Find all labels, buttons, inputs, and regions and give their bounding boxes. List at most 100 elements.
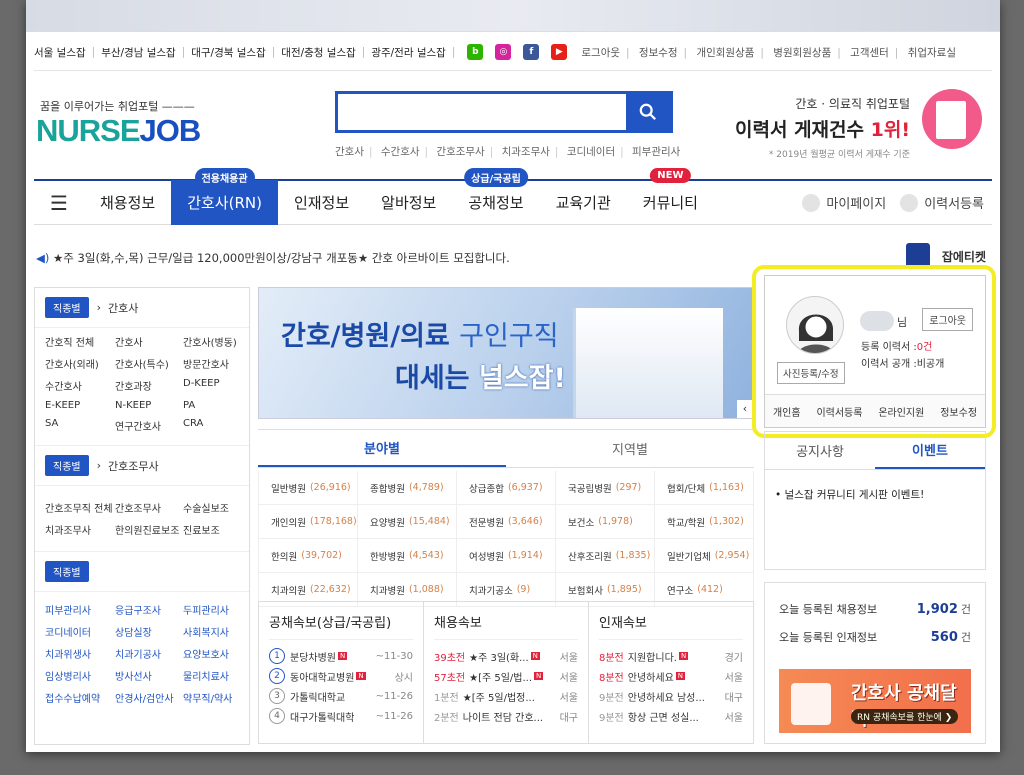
nav-community[interactable]: NEW 커뮤니티 — [627, 168, 714, 225]
category-link[interactable]: E-KEEP — [45, 400, 115, 411]
category-link[interactable]: 간호조무사 — [115, 500, 183, 515]
util-link-daejeon[interactable]: 대전/충청 널스잡 — [281, 45, 356, 60]
tab-field[interactable]: 분야별 — [258, 430, 506, 467]
keyword[interactable]: 수간호사 — [381, 146, 420, 158]
instagram-icon[interactable]: ◎ — [495, 44, 512, 60]
hospital-type-cell[interactable]: 보건소 (1,978) — [556, 505, 655, 539]
hospital-type-cell[interactable]: 상급종합 (6,937) — [457, 471, 556, 505]
blog-icon[interactable]: b — [467, 44, 484, 60]
category-link[interactable]: PA — [183, 400, 251, 411]
hospital-type-cell[interactable]: 요양병원 (15,484) — [358, 505, 457, 539]
category-link[interactable]: 한의원진료보조 — [115, 522, 183, 537]
category-link[interactable]: 간호사 — [115, 334, 183, 349]
category-link[interactable]: 간호직 전체 — [45, 334, 115, 349]
tab-notice[interactable]: 공지사항 — [765, 432, 875, 469]
list-item[interactable]: 39초전 ★주 3일(화... N 서울 — [434, 646, 578, 666]
list-item[interactable]: 2 동아대학교병원 N 상시 — [269, 666, 413, 686]
category-link[interactable]: 약무직/약사 — [183, 690, 251, 705]
hospital-type-cell[interactable]: 한방병원 (4,543) — [358, 539, 457, 573]
keyword[interactable]: 치과조무사 — [502, 146, 550, 158]
category-link[interactable]: 연구간호사 — [115, 418, 183, 433]
hospital-product-link[interactable]: 병원회원상품 — [773, 47, 831, 59]
edit-info-link[interactable]: 정보수정 — [639, 47, 678, 59]
nav-jobs[interactable]: 채용정보 — [84, 180, 171, 225]
list-item[interactable]: 57초전 ★[주 5일/법... N 서울 — [434, 666, 578, 686]
list-item[interactable]: 9분전 항상 근면 성실... 서울 — [599, 706, 743, 726]
category-link[interactable]: 두피관리사 — [183, 602, 251, 617]
category-link[interactable]: 안경사/검안사 — [115, 690, 183, 705]
column-title[interactable]: 인재속보 — [599, 602, 743, 640]
hospital-type-cell[interactable]: 산후조리원 (1,835) — [556, 539, 655, 573]
category-link[interactable]: 임상병리사 — [45, 668, 115, 683]
keyword[interactable]: 피부관리사 — [632, 146, 680, 158]
category-link[interactable]: 간호조무직 전체 — [45, 500, 115, 515]
list-item[interactable]: 1 분당차병원 N ~11-30 — [269, 646, 413, 666]
category-chip[interactable]: 직종별 — [45, 455, 89, 476]
nav-rn[interactable]: 전용채용관 간호사(RN) — [171, 168, 278, 225]
category-chip[interactable]: 직종별 — [45, 297, 89, 318]
util-link-daegu[interactable]: 대구/경북 널스잡 — [191, 45, 266, 60]
resume-promo[interactable]: 간호 · 의료직 취업포털 이력서 게재건수 1위! * 2019년 월평균 이… — [735, 95, 910, 160]
column-title[interactable]: 공채속보(상급/국공립) — [269, 602, 413, 640]
nav-talent[interactable]: 인재정보 — [278, 180, 365, 225]
category-link[interactable]: 치과위생사 — [45, 646, 115, 661]
hospital-type-cell[interactable]: 한의원 (39,702) — [259, 539, 358, 573]
youtube-icon[interactable]: ▶ — [551, 44, 568, 60]
hospital-type-cell[interactable]: 협회/단체 (1,163) — [655, 471, 754, 505]
category-link[interactable]: 요양보호사 — [183, 646, 251, 661]
list-item[interactable]: 1분전 ★[주 5일/법정... 서울 — [434, 686, 578, 706]
list-item[interactable]: 3 가톨릭대학교 ~11-26 — [269, 686, 413, 706]
category-link[interactable]: 치과조무사 — [45, 522, 115, 537]
hospital-type-cell[interactable]: 일반기업체 (2,954) — [655, 539, 754, 573]
hospital-type-cell[interactable]: 국공립병원 (297) — [556, 471, 655, 505]
hospital-type-cell[interactable]: 종합병원 (4,789) — [358, 471, 457, 505]
keyword[interactable]: 간호조무사 — [436, 146, 484, 158]
logout-link[interactable]: 로그아웃 — [581, 47, 620, 59]
banner-prev-arrow[interactable]: ‹ — [737, 400, 753, 418]
category-link[interactable]: 코디네이터 — [45, 624, 115, 639]
category-link[interactable]: 간호사(외래) — [45, 356, 115, 371]
mypage-link[interactable]: 마이페이지 — [826, 193, 886, 212]
resume-register-link[interactable]: 이력서등록 — [924, 193, 984, 212]
recruit-calendar-banner[interactable]: 간호사 공채달력 RN 공채속보를 한눈에 ❯ — [779, 669, 971, 733]
keyword[interactable]: 코디네이터 — [567, 146, 615, 158]
facebook-icon[interactable]: f — [523, 44, 540, 60]
category-link[interactable]: 접수수납예약 — [45, 690, 115, 705]
util-link-gwangju[interactable]: 광주/전라 널스잡 — [371, 45, 446, 60]
category-link[interactable]: 응급구조사 — [115, 602, 183, 617]
category-link[interactable]: 상담실장 — [115, 624, 183, 639]
talent-count-row[interactable]: 오늘 등록된 인재정보 560 건 — [779, 629, 971, 645]
category-link[interactable]: 방사선사 — [115, 668, 183, 683]
hospital-type-cell[interactable]: 학교/학원 (1,302) — [655, 505, 754, 539]
hospital-type-cell[interactable]: 개인의원 (178,168) — [259, 505, 358, 539]
list-item[interactable]: 9분전 안녕하세요 남성... 대구 — [599, 686, 743, 706]
category-link[interactable]: CRA — [183, 418, 251, 433]
nav-public[interactable]: 상급/국공립 공채정보 — [452, 168, 539, 225]
hamburger-menu-icon[interactable]: ☰ — [34, 191, 84, 215]
customer-center-link[interactable]: 고객센터 — [850, 47, 889, 59]
job-count-row[interactable]: 오늘 등록된 채용정보 1,902 건 — [779, 601, 971, 617]
tab-region[interactable]: 지역별 — [506, 430, 754, 467]
category-link[interactable]: 진료보조 — [183, 522, 251, 537]
category-link[interactable]: 수술실보조 — [183, 500, 251, 515]
category-link[interactable]: 방문간호사 — [183, 356, 251, 371]
nursejob-logo[interactable]: NURSEJOB — [36, 113, 201, 149]
category-link[interactable]: 물리치료사 — [183, 668, 251, 683]
category-link[interactable]: 수간호사 — [45, 378, 115, 393]
category-chip[interactable]: 직종별 — [45, 561, 89, 582]
category-link[interactable]: 간호과장 — [115, 378, 183, 393]
job-resources-link[interactable]: 취업자료실 — [908, 47, 956, 59]
nav-parttime[interactable]: 알바정보 — [365, 180, 452, 225]
category-link[interactable]: 사회복지사 — [183, 624, 251, 639]
hospital-type-cell[interactable]: 여성병원 (1,914) — [457, 539, 556, 573]
hospital-type-cell[interactable]: 일반병원 (26,916) — [259, 471, 358, 505]
category-link[interactable]: 치과기공사 — [115, 646, 183, 661]
nav-education[interactable]: 교육기관 — [540, 180, 627, 225]
keyword[interactable]: 간호사 — [335, 146, 364, 158]
category-link[interactable]: 피부관리사 — [45, 602, 115, 617]
list-item[interactable]: 8분전 지원합니다. N 경기 — [599, 646, 743, 666]
list-item[interactable]: 2분전 나이트 전담 간호... 대구 — [434, 706, 578, 726]
category-link[interactable]: 간호사(특수) — [115, 356, 183, 371]
util-link-busan[interactable]: 부산/경남 널스잡 — [101, 45, 176, 60]
personal-product-link[interactable]: 개인회원상품 — [696, 47, 754, 59]
